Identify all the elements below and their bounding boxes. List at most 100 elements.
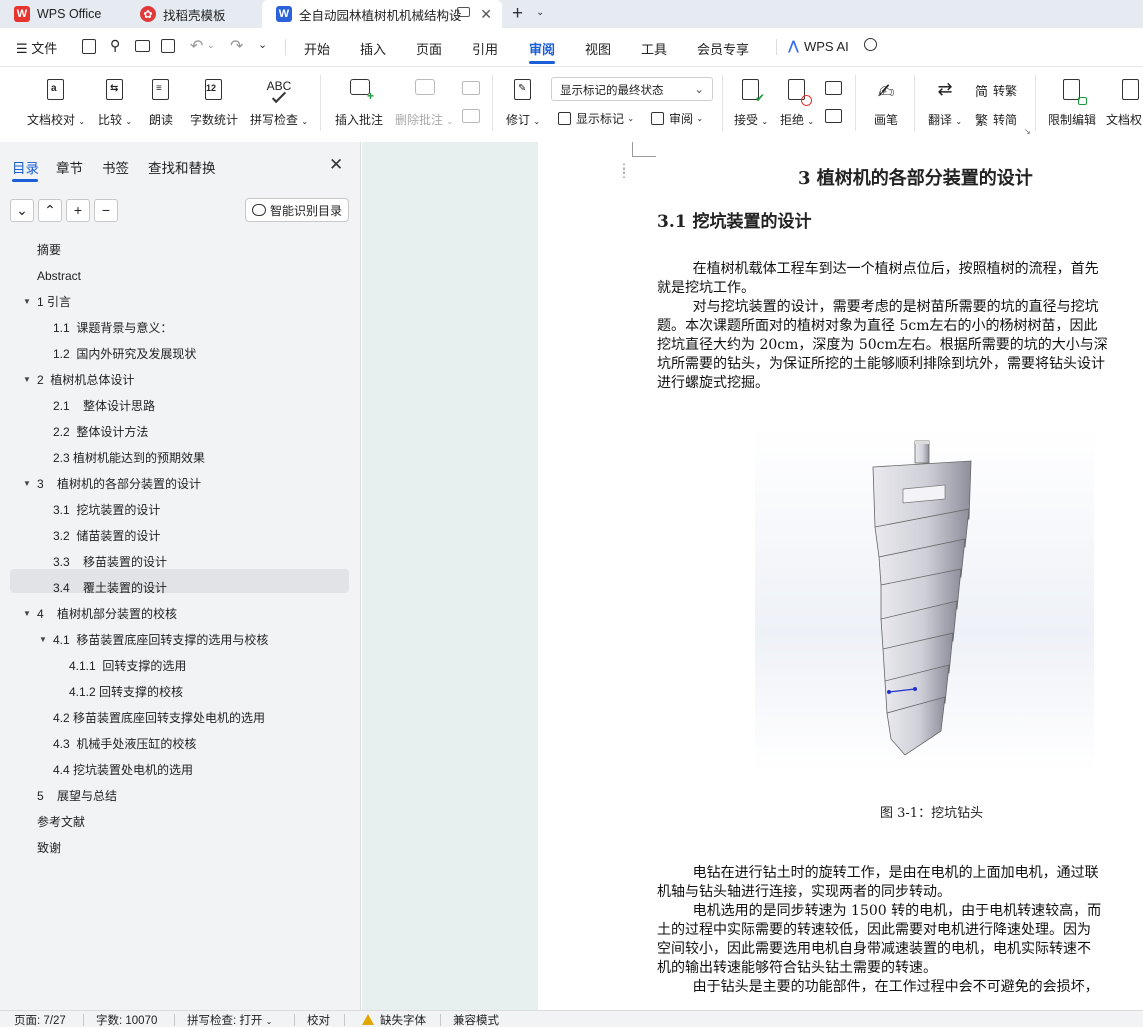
read-aloud-button[interactable]: ≡ 朗读	[146, 75, 176, 128]
toc-item[interactable]: 4.4 挖坑装置处电机的选用	[53, 758, 193, 782]
file-menu[interactable]: ☰ 文件	[16, 38, 57, 57]
menu-page[interactable]: 页面	[416, 39, 442, 58]
delete-comment-button[interactable]: 删除批注 ⌄	[394, 75, 454, 128]
remove-heading-button[interactable]: −	[94, 199, 118, 222]
menu-references[interactable]: 引用	[472, 39, 498, 58]
share-icon[interactable]: ⚲	[110, 37, 120, 54]
figure-caption: 图 3-1：挖坑钻头	[880, 806, 984, 821]
tab-find-replace[interactable]: 查找和替换	[148, 157, 216, 177]
doc-check-button[interactable]: a 文档校对 ⌄	[26, 75, 86, 128]
print-preview-icon[interactable]	[161, 39, 175, 53]
menu-membership[interactable]: 会员专享	[697, 39, 749, 58]
divider	[776, 39, 777, 55]
insert-comment-button[interactable]: + 插入批注	[334, 75, 384, 128]
toc-item[interactable]: 参考文献	[37, 810, 85, 834]
toc-item[interactable]: ▼ 1 引言	[23, 290, 71, 314]
toc-item[interactable]: 2.2 整体设计方法	[53, 420, 148, 444]
review-pane-label: 审阅	[669, 112, 694, 126]
spell-check-status-label: 拼写检查: 打开	[187, 1015, 263, 1027]
toc-item[interactable]: 2.1 整体设计思路	[53, 394, 155, 418]
undo-icon[interactable]: ↶	[190, 36, 203, 56]
menu-insert[interactable]: 插入	[360, 39, 386, 58]
doc-auth-button[interactable]: 文档权	[1106, 75, 1143, 128]
expand-arrow-icon[interactable]: ▼	[39, 628, 47, 652]
spell-check-status[interactable]: 拼写检查: 打开 ⌄	[187, 1012, 272, 1027]
add-heading-button[interactable]: +	[66, 199, 90, 222]
expand-up-button[interactable]: ⌃	[38, 199, 62, 222]
menu-tools[interactable]: 工具	[641, 39, 667, 58]
missing-font-status[interactable]: 缺失字体	[362, 1012, 426, 1027]
toc-item[interactable]: 4.2 移苗装置底座回转支撑处电机的选用	[53, 706, 265, 730]
page-indicator[interactable]: 页面: 7/27	[14, 1012, 66, 1027]
to-traditional-button[interactable]: 简 转繁	[975, 81, 1017, 100]
toc-item[interactable]: 3.2 储苗装置的设计	[53, 524, 160, 548]
previous-change-icon[interactable]	[825, 81, 842, 95]
next-comment-icon[interactable]	[462, 109, 480, 123]
to-simplified-button[interactable]: 繁 转简	[975, 110, 1017, 129]
tab-wps-office[interactable]: W WPS Office	[0, 0, 122, 28]
spell-check-button[interactable]: ABC 拼写检查 ⌄	[249, 75, 309, 128]
toc-item[interactable]: 1.1 课题背景与意义：	[53, 316, 172, 340]
toc-item[interactable]: 4.1.2 回转支撑的校核	[69, 680, 183, 704]
save-icon[interactable]	[82, 39, 96, 54]
smart-toc-button[interactable]: 智能识别目录	[245, 198, 349, 222]
menu-home[interactable]: 开始	[304, 39, 330, 58]
monitor-icon[interactable]	[457, 7, 470, 17]
toc-item[interactable]: ▼ 2 植树机总体设计	[23, 368, 134, 392]
tab-toc[interactable]: 目录	[12, 157, 39, 177]
toc-item[interactable]: 3.4 覆土装置的设计	[53, 576, 167, 600]
print-icon[interactable]	[135, 40, 150, 52]
undo-chevron-icon[interactable]: ⌄	[207, 40, 215, 51]
pen-button[interactable]: ✍ 画笔	[868, 75, 904, 128]
review-pane-button[interactable]: 审阅 ⌄	[651, 110, 703, 127]
toc-item[interactable]: 4.1.1 回转支撑的选用	[69, 654, 186, 678]
toc-item[interactable]: 摘要	[37, 238, 61, 262]
quick-access-more-icon[interactable]: ⌄	[258, 38, 267, 51]
proofread-status[interactable]: 校对	[307, 1012, 330, 1027]
reject-button[interactable]: 拒绝 ⌄	[779, 75, 815, 128]
redo-icon[interactable]: ↷	[230, 36, 243, 56]
toc-item[interactable]: 3.3 移苗装置的设计	[53, 550, 167, 574]
expand-arrow-icon[interactable]: ▼	[23, 290, 31, 314]
toc-item[interactable]: Abstract	[37, 264, 81, 288]
toc-item[interactable]: ▼ 4.1 移苗装置底座回转支撑的选用与校核	[39, 628, 268, 652]
tab-current-document[interactable]: W 全自动园林植树机机械结构设 ✕	[262, 0, 502, 28]
search-icon[interactable]	[864, 38, 877, 51]
word-count-indicator[interactable]: 字数: 10070	[96, 1012, 157, 1027]
paragraph-line: 挖坑直径大约为 20cm，深度为 50cm左右。根据所需要的坑的大小与深	[657, 337, 1108, 353]
show-markup-button[interactable]: 显示标记 ⌄	[558, 110, 634, 127]
toc-item[interactable]: 5 展望与总结	[37, 784, 117, 808]
menu-review[interactable]: 审阅	[529, 39, 555, 58]
tab-list-chevron-icon[interactable]: ⌄	[536, 7, 544, 18]
toc-item[interactable]: ▼ 3 植树机的各部分装置的设计	[23, 472, 201, 496]
close-tab-icon[interactable]: ✕	[480, 6, 492, 23]
expand-arrow-icon[interactable]: ▼	[23, 368, 31, 392]
expand-arrow-icon[interactable]: ▼	[23, 472, 31, 496]
translate-button[interactable]: ⇄ 翻译 ⌄	[926, 75, 964, 128]
restrict-edit-button[interactable]: 限制编辑	[1046, 75, 1098, 128]
close-panel-icon[interactable]: ✕	[329, 155, 343, 175]
compare-button[interactable]: ⇆ 比较 ⌄	[96, 75, 134, 128]
next-change-icon[interactable]	[825, 109, 842, 123]
toc-item[interactable]: 2.3 植树机能达到的预期效果	[53, 446, 205, 470]
menu-view[interactable]: 视图	[585, 39, 611, 58]
tab-sections[interactable]: 章节	[56, 157, 83, 177]
toc-item[interactable]: 4.3 机械手处液压缸的校核	[53, 732, 196, 756]
toc-item[interactable]: 1.2 国内外研究及发展现状	[53, 342, 196, 366]
group-expand-icon[interactable]: ↘	[1024, 127, 1031, 136]
previous-comment-icon[interactable]	[462, 81, 480, 95]
revise-button[interactable]: ✎ 修订 ⌄	[503, 75, 543, 128]
new-tab-plus-icon[interactable]: +	[512, 3, 523, 25]
toc-item[interactable]: 3.1 挖坑装置的设计	[53, 498, 160, 522]
toc-item[interactable]: 致谢	[37, 836, 61, 860]
expand-arrow-icon[interactable]: ▼	[23, 602, 31, 626]
markup-state-select[interactable]: 显示标记的最终状态 ⌄	[551, 77, 713, 101]
drag-handle-icon[interactable]: ⋮ ⋮	[618, 162, 630, 179]
word-count-button[interactable]: 12 字数统计	[189, 75, 239, 128]
tab-bookmarks[interactable]: 书签	[102, 157, 129, 177]
collapse-all-button[interactable]: ⌄	[10, 199, 34, 222]
tab-docer-templates[interactable]: ✿ 找稻壳模板	[126, 0, 258, 28]
accept-button[interactable]: ✔ 接受 ⌄	[733, 75, 769, 128]
wps-ai-button[interactable]: ⋀ WPS AI	[788, 38, 849, 54]
toc-item[interactable]: ▼ 4 植树机部分装置的校核	[23, 602, 177, 626]
